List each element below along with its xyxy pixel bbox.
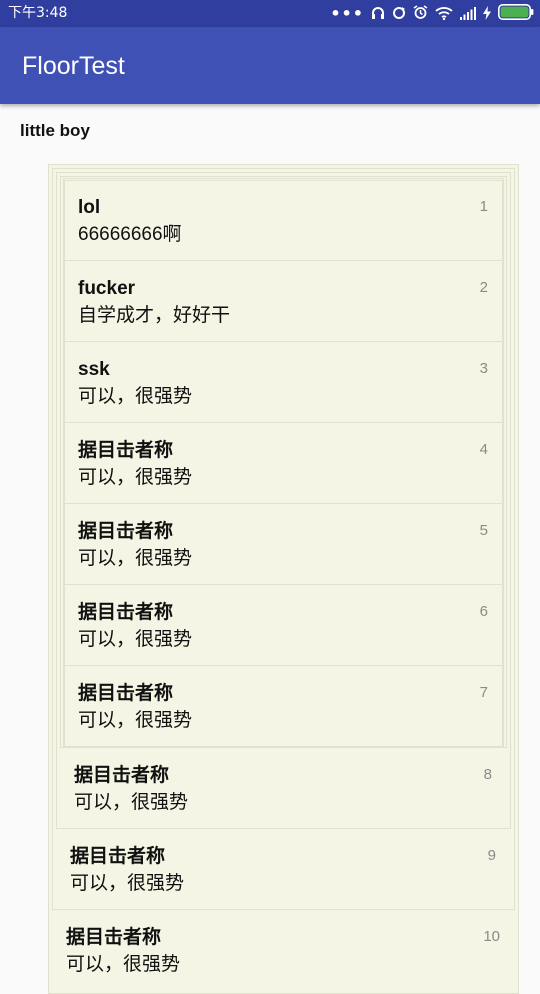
status-icons: •••: [330, 4, 534, 24]
app-title: FloorTest: [22, 52, 125, 80]
floor-number: 3: [479, 360, 488, 377]
list-item[interactable]: lol 66666666啊 1: [65, 180, 502, 261]
floor-username: 据目击者称: [70, 846, 166, 867]
floor-number: 4: [479, 441, 488, 458]
floor-number: 10: [483, 928, 500, 945]
list-item[interactable]: 据目击者称 可以，很强势 4: [65, 423, 502, 504]
floor-content: 可以，很强势: [74, 792, 189, 813]
floor-number: 2: [479, 279, 488, 296]
post-author: little boy: [20, 121, 90, 140]
floor-username: 据目击者称: [78, 521, 174, 542]
list-item[interactable]: 据目击者称 可以，很强势 10: [53, 910, 514, 991]
floor-content: 可以，很强势: [78, 386, 193, 407]
more-dots-icon: •••: [330, 4, 364, 23]
floor-number: 8: [483, 766, 492, 783]
floor-username: 据目击者称: [78, 602, 174, 623]
wifi-icon: [435, 5, 453, 24]
floor-username: 据目击者称: [78, 683, 174, 704]
floor-content: 可以，很强势: [78, 629, 193, 650]
signal-icon: [460, 5, 476, 24]
floor-username: 据目击者称: [66, 927, 162, 948]
list-item[interactable]: 据目击者称 可以，很强势 8: [61, 748, 506, 829]
floor-content: 可以，很强势: [66, 954, 181, 975]
floor-username: lol: [78, 197, 101, 218]
floor-number: 5: [479, 522, 488, 539]
list-item[interactable]: 据目击者称 可以，很强势 9: [57, 829, 510, 910]
floor-content: 可以，很强势: [78, 467, 193, 488]
list-item[interactable]: fucker 自学成才，好好干 2: [65, 261, 502, 342]
floor-content: 可以，很强势: [70, 873, 185, 894]
floor-content: 66666666啊: [78, 224, 182, 245]
status-time: 下午3:48: [8, 5, 68, 21]
floor-username: ssk: [78, 359, 110, 380]
status-bar: 下午3:48 •••: [0, 0, 540, 27]
floor-number: 7: [479, 684, 488, 701]
alarm-icon: [413, 4, 428, 24]
battery-icon: [498, 4, 534, 24]
list-item[interactable]: 据目击者称 可以，很强势 7: [65, 666, 502, 747]
headphones-icon: [371, 5, 385, 24]
floor-number: 6: [479, 603, 488, 620]
app-bar: FloorTest: [0, 27, 540, 104]
list-item[interactable]: 据目击者称 可以，很强势 5: [65, 504, 502, 585]
list-item[interactable]: 据目击者称 可以，很强势 6: [65, 585, 502, 666]
sync-icon: [392, 5, 406, 24]
floor-content: 可以，很强势: [78, 548, 193, 569]
floor-username: 据目击者称: [78, 440, 174, 461]
list-item[interactable]: ssk 可以，很强势 3: [65, 342, 502, 423]
floor-content: 自学成才，好好干: [78, 305, 231, 326]
floor-username: fucker: [78, 278, 136, 299]
floor-content: 可以，很强势: [78, 710, 193, 731]
floor-number: 1: [479, 198, 488, 215]
charging-icon: [483, 5, 491, 24]
floor-number: 9: [487, 847, 496, 864]
floor-username: 据目击者称: [74, 765, 170, 786]
